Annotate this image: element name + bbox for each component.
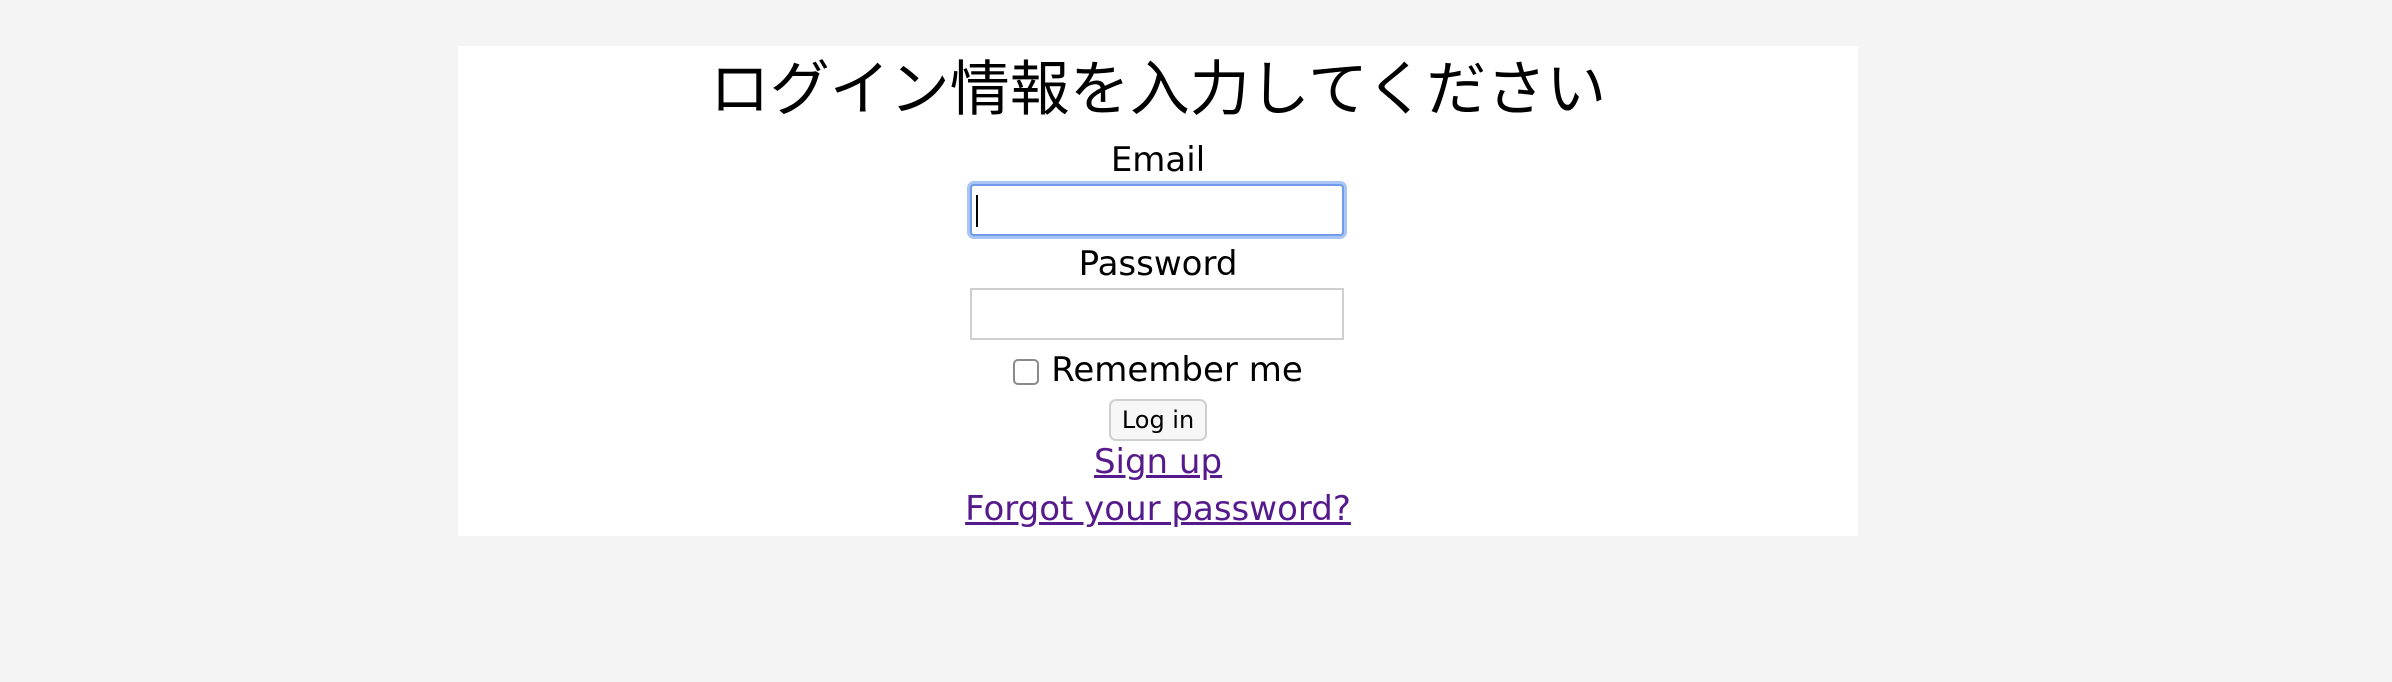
login-card: ログイン情報を入力してください Email Password Remember … <box>458 46 1858 536</box>
forgot-password-link[interactable]: Forgot your password? <box>458 489 1858 529</box>
page-title: ログイン情報を入力してください <box>709 55 1607 125</box>
email-label: Email <box>1110 140 1206 180</box>
text-caret <box>976 195 978 227</box>
remember-me-checkbox[interactable] <box>1013 359 1040 385</box>
password-field[interactable] <box>970 288 1344 340</box>
password-label: Password <box>1078 244 1238 284</box>
sign-up-link[interactable]: Sign up <box>458 442 1858 482</box>
remember-me-label[interactable]: Remember me <box>1051 350 1303 390</box>
email-field[interactable] <box>970 184 1344 236</box>
login-button[interactable]: Log in <box>1109 399 1207 441</box>
remember-me-row: Remember me <box>458 350 1858 390</box>
